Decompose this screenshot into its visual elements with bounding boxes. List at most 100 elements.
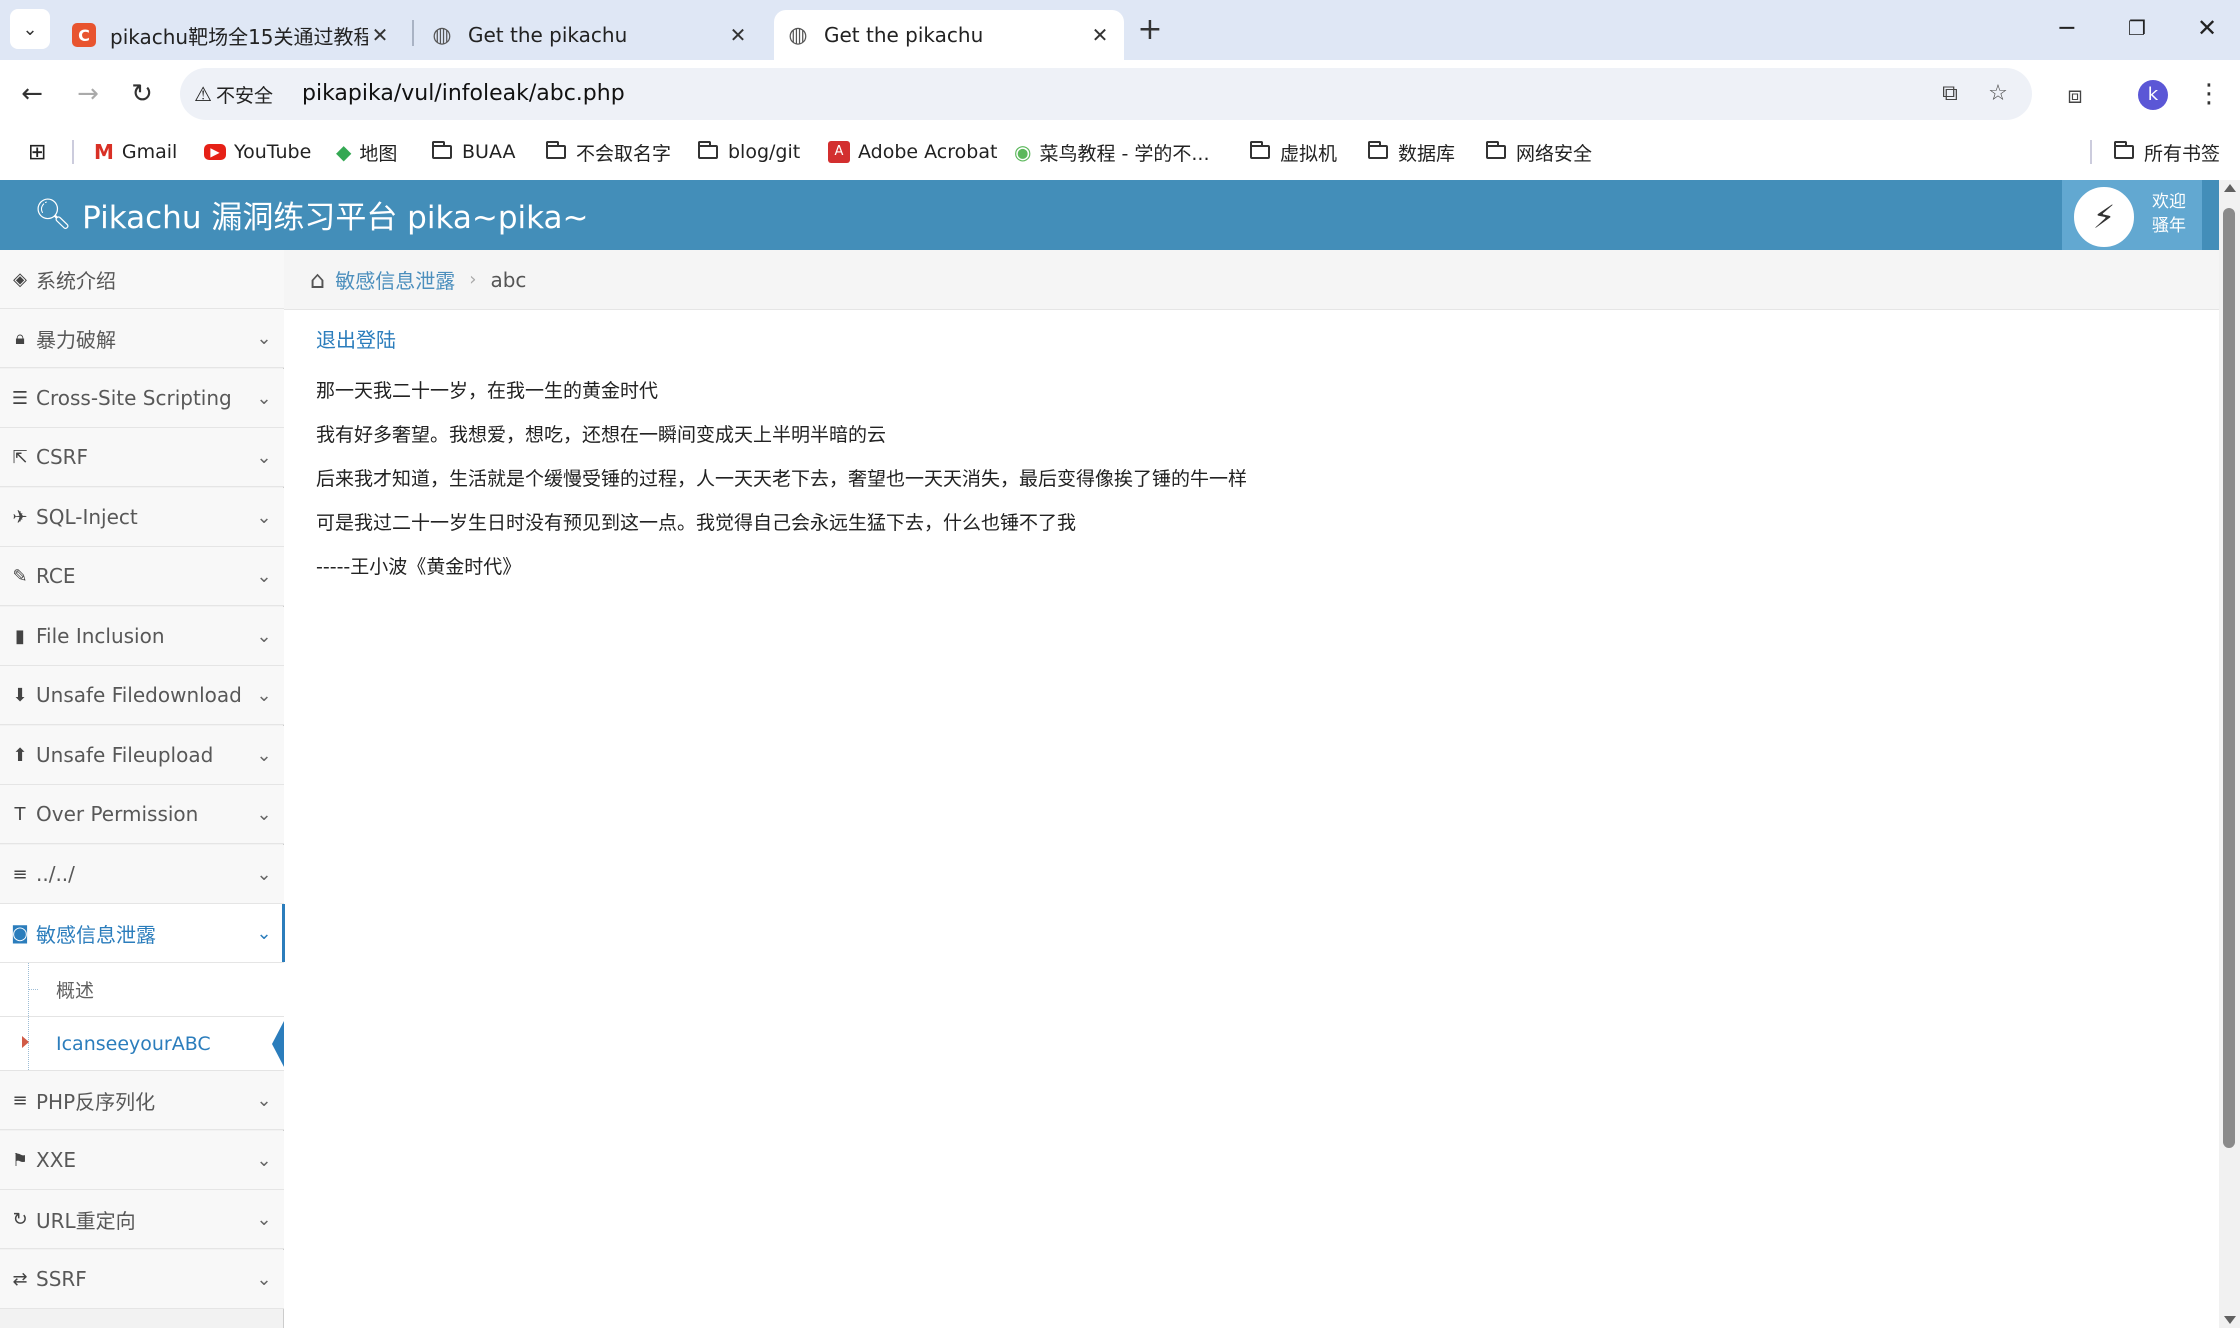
all-bookmarks-button[interactable]: 所有书签	[2114, 130, 2220, 174]
main-content: ⌂ 敏感信息泄露 › abc 退出登陆 那一天我二十一岁，在我一生的黄金时代 我…	[284, 250, 2219, 1328]
bookmark-youtube[interactable]: ▶ YouTube	[204, 130, 311, 174]
sidebar-item-over-permission[interactable]: T Over Permission ⌄	[0, 785, 284, 844]
breadcrumb: ⌂ 敏感信息泄露 › abc	[284, 250, 2219, 310]
tree-branch	[28, 989, 38, 990]
close-window-button[interactable]: ✕	[2182, 8, 2232, 48]
breadcrumb-link[interactable]: 敏感信息泄露	[335, 265, 455, 294]
sidebar-item-redirect[interactable]: ↻ URL重定向 ⌄	[0, 1190, 284, 1249]
bookmark-maps[interactable]: ◆ 地图	[336, 130, 397, 174]
bookmark-label: BUAA	[462, 141, 516, 163]
sidebar-item-rce[interactable]: ✎ RCE ⌄	[0, 547, 284, 606]
sidebar: ◈ 系统介绍 🔒︎ 暴力破解 ⌄ ☰ Cross-Site Scripting …	[0, 250, 285, 1328]
reload-button[interactable]: ↻	[122, 74, 162, 114]
download-icon: ⬇	[12, 684, 28, 706]
user-menu[interactable]: ⚡ 欢迎 骚年	[2062, 180, 2202, 250]
sidebar-item-label: 敏感信息泄露	[36, 922, 156, 947]
bookmark-gmail[interactable]: M Gmail	[94, 130, 177, 174]
bookmark-folder-buaa[interactable]: BUAA	[432, 130, 515, 174]
sidebar-item-ssrf[interactable]: ⇄ SSRF ⌄	[0, 1250, 284, 1309]
sidebar-item-intro[interactable]: ◈ 系统介绍	[0, 250, 284, 309]
chevron-down-icon: ⌄	[256, 506, 272, 528]
sidebar-item-xss[interactable]: ☰ Cross-Site Scripting ⌄	[0, 369, 284, 428]
logout-link[interactable]: 退出登陆	[316, 324, 396, 353]
chevron-down-icon: ⌄	[256, 446, 272, 468]
chevron-down-icon: ⌄	[22, 18, 38, 40]
bookmark-runoob[interactable]: ◉ 菜鸟教程 - 学的不...	[1014, 130, 1210, 174]
sidebar-item-traversal[interactable]: ≡ ../../ ⌄	[0, 845, 284, 904]
bookmark-folder-security[interactable]: 网络安全	[1486, 130, 1592, 174]
breadcrumb-current: abc	[490, 267, 527, 292]
sidebar-item-label: File Inclusion	[36, 624, 165, 648]
minimize-button[interactable]: ─	[2042, 8, 2092, 48]
sidebar-subitem-overview[interactable]: 概述	[0, 963, 284, 1017]
tab-3-active[interactable]: ◍ Get the pikachu ✕	[774, 10, 1124, 60]
scroll-down-arrow[interactable]	[2224, 1316, 2236, 1324]
brand-title: Pikachu 漏洞练习平台 pika~pika~	[82, 199, 589, 236]
sidebar-item-fileupload[interactable]: ⬆ Unsafe Fileupload ⌄	[0, 726, 284, 785]
restore-button[interactable]: ❐	[2112, 8, 2162, 48]
security-chip[interactable]: ⚠ 不安全	[194, 80, 273, 108]
brand[interactable]: 🔍︎ Pikachu 漏洞练习平台 pika~pika~	[34, 192, 589, 236]
scroll-thumb[interactable]	[2223, 208, 2235, 1148]
browser-toolbar: ← → ↻ ⚠ 不安全 pikapika/vul/infoleak/abc.ph…	[0, 60, 2240, 180]
close-icon[interactable]: ✕	[726, 23, 750, 47]
bookmark-acrobat[interactable]: A Adobe Acrobat	[828, 130, 997, 174]
share-icon: ⇱	[12, 446, 28, 468]
bookmark-folder-2[interactable]: 不会取名字	[546, 130, 671, 174]
sidebar-item-file-inclusion[interactable]: ▮ File Inclusion ⌄	[0, 607, 284, 666]
apps-icon[interactable]: ⊞	[28, 130, 46, 174]
sidebar-item-filedownload[interactable]: ⬇ Unsafe Filedownload ⌄	[0, 666, 284, 725]
chevron-right-icon: ›	[469, 269, 477, 290]
bookmark-label: 菜鸟教程 - 学的不...	[1039, 142, 1210, 165]
tab-1[interactable]: C pikachu靶场全15关通过教程-C ✕	[62, 10, 402, 60]
sidebar-item-unserialize[interactable]: ≡ PHP反序列化 ⌄	[0, 1071, 284, 1130]
address-bar[interactable]: ⚠ 不安全 pikapika/vul/infoleak/abc.php ⧉ ☆	[180, 68, 2032, 120]
home-icon[interactable]: ⌂	[310, 266, 325, 294]
scroll-up-arrow[interactable]	[2224, 184, 2236, 192]
bookmark-folder-db[interactable]: 数据库	[1368, 130, 1455, 174]
chevron-down-icon: ⌄	[256, 684, 272, 706]
chevron-down-icon: ⌄	[256, 327, 272, 349]
sidebar-subitem-abc[interactable]: IcanseeyourABC	[0, 1017, 284, 1071]
close-icon[interactable]: ✕	[368, 23, 392, 47]
align-left-icon: ≡	[12, 1089, 28, 1111]
gmail-icon: M	[94, 140, 114, 164]
bookmark-folder-vm[interactable]: 虚拟机	[1250, 130, 1337, 174]
new-tab-button[interactable]: +	[1132, 12, 1168, 48]
camera-icon: ◙	[11, 922, 29, 944]
star-icon[interactable]: ☆	[1982, 78, 2014, 110]
refresh-icon: ↻	[12, 1208, 28, 1230]
sidebar-item-label: SQL-Inject	[36, 505, 138, 529]
sidebar-item-xxe[interactable]: ⚑ XXE ⌄	[0, 1131, 284, 1190]
bookmark-folder-blog[interactable]: blog/git	[698, 130, 800, 174]
welcome-text: 欢迎 骚年	[2152, 190, 2186, 238]
sidebar-item-bruteforce[interactable]: 🔒︎ 暴力破解 ⌄	[0, 309, 284, 368]
profile-avatar[interactable]: k	[2138, 80, 2168, 110]
back-button[interactable]: ←	[12, 74, 52, 114]
forward-button[interactable]: →	[68, 74, 108, 114]
pencil-icon: ✎	[12, 565, 28, 587]
sidebar-item-label: RCE	[36, 564, 76, 588]
page-scrollbar[interactable]	[2219, 180, 2240, 1328]
sidebar-item-sqli[interactable]: ✈ SQL-Inject ⌄	[0, 488, 284, 547]
bookmark-label: 数据库	[1398, 142, 1456, 165]
close-icon[interactable]: ✕	[1088, 23, 1112, 47]
youtube-icon: ▶	[204, 144, 226, 160]
subitem-label: 概述	[56, 980, 95, 1002]
url-text[interactable]: pikapika/vul/infoleak/abc.php	[302, 80, 625, 108]
sidebar-item-label: Cross-Site Scripting	[36, 386, 232, 410]
folder-icon	[1486, 141, 1506, 159]
acrobat-icon: A	[828, 141, 850, 163]
menu-icon[interactable]: ⋮	[2196, 76, 2222, 112]
sidebar-item-label: XXE	[36, 1148, 77, 1172]
sidebar-item-infoleak[interactable]: ◙ 敏感信息泄露 ⌄	[0, 904, 285, 963]
tab-2[interactable]: ◍ Get the pikachu ✕	[420, 10, 760, 60]
translate-icon[interactable]: ⧉	[1934, 78, 1966, 110]
tab-search-button[interactable]: ⌄	[10, 9, 50, 49]
extensions-icon[interactable]: ⧈	[2058, 78, 2092, 112]
list-icon: ☰	[11, 387, 29, 409]
warning-icon: ⚠	[194, 82, 212, 106]
tab-title: Get the pikachu	[824, 23, 984, 47]
lock-icon: 🔒︎	[15, 327, 25, 349]
sidebar-item-csrf[interactable]: ⇱ CSRF ⌄	[0, 428, 284, 487]
